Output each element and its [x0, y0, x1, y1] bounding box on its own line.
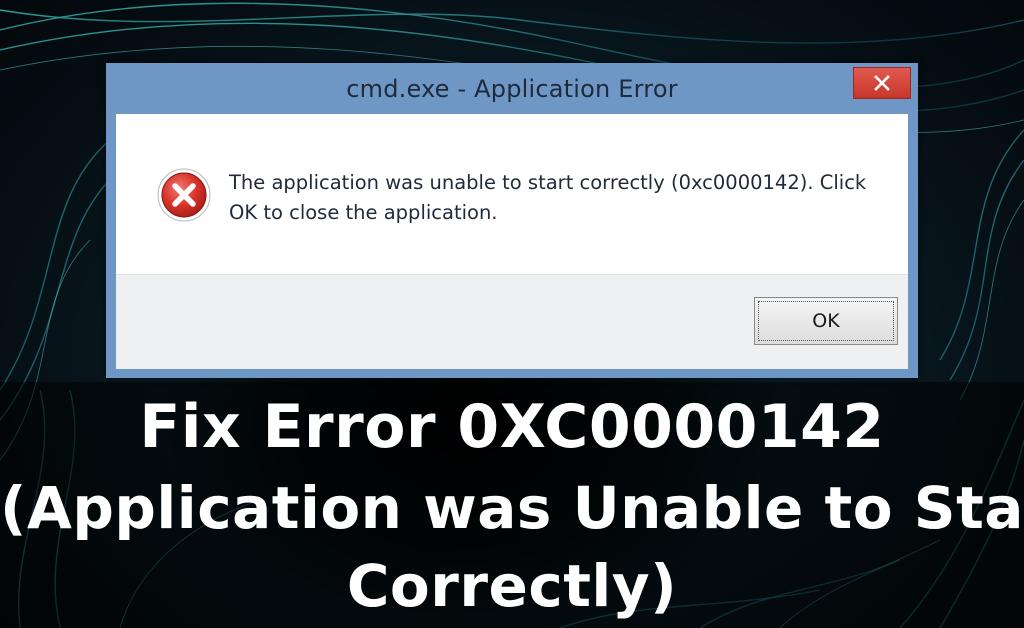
dialog-title: cmd.exe - Application Error [346, 75, 678, 103]
dialog-body: The application was unable to start corr… [116, 114, 908, 369]
caption-title-line-3: Correctly) [346, 552, 678, 620]
caption-title-line-2: (Application was Unable to Start [0, 474, 1024, 542]
error-message-line-1: The application was unable to start corr… [229, 171, 867, 194]
dialog-titlebar[interactable]: cmd.exe - Application Error [106, 63, 918, 114]
close-icon [874, 75, 890, 91]
ok-button[interactable]: OK [754, 297, 898, 345]
error-message: The application was unable to start corr… [229, 168, 879, 228]
close-button[interactable] [853, 67, 911, 99]
message-area: The application was unable to start corr… [116, 114, 908, 274]
background-image: cmd.exe - Application Error The applicat… [0, 0, 1024, 628]
caption-banner: Fix Error 0XC0000142 (Application was Un… [0, 382, 1024, 628]
dialog-button-area: OK [116, 274, 908, 369]
error-message-line-2: OK to close the application. [229, 201, 498, 224]
focus-ring [758, 301, 894, 341]
application-error-dialog: cmd.exe - Application Error The applicat… [106, 63, 918, 378]
error-icon [157, 168, 211, 222]
caption-title-line-1: Fix Error 0XC0000142 [139, 392, 885, 462]
